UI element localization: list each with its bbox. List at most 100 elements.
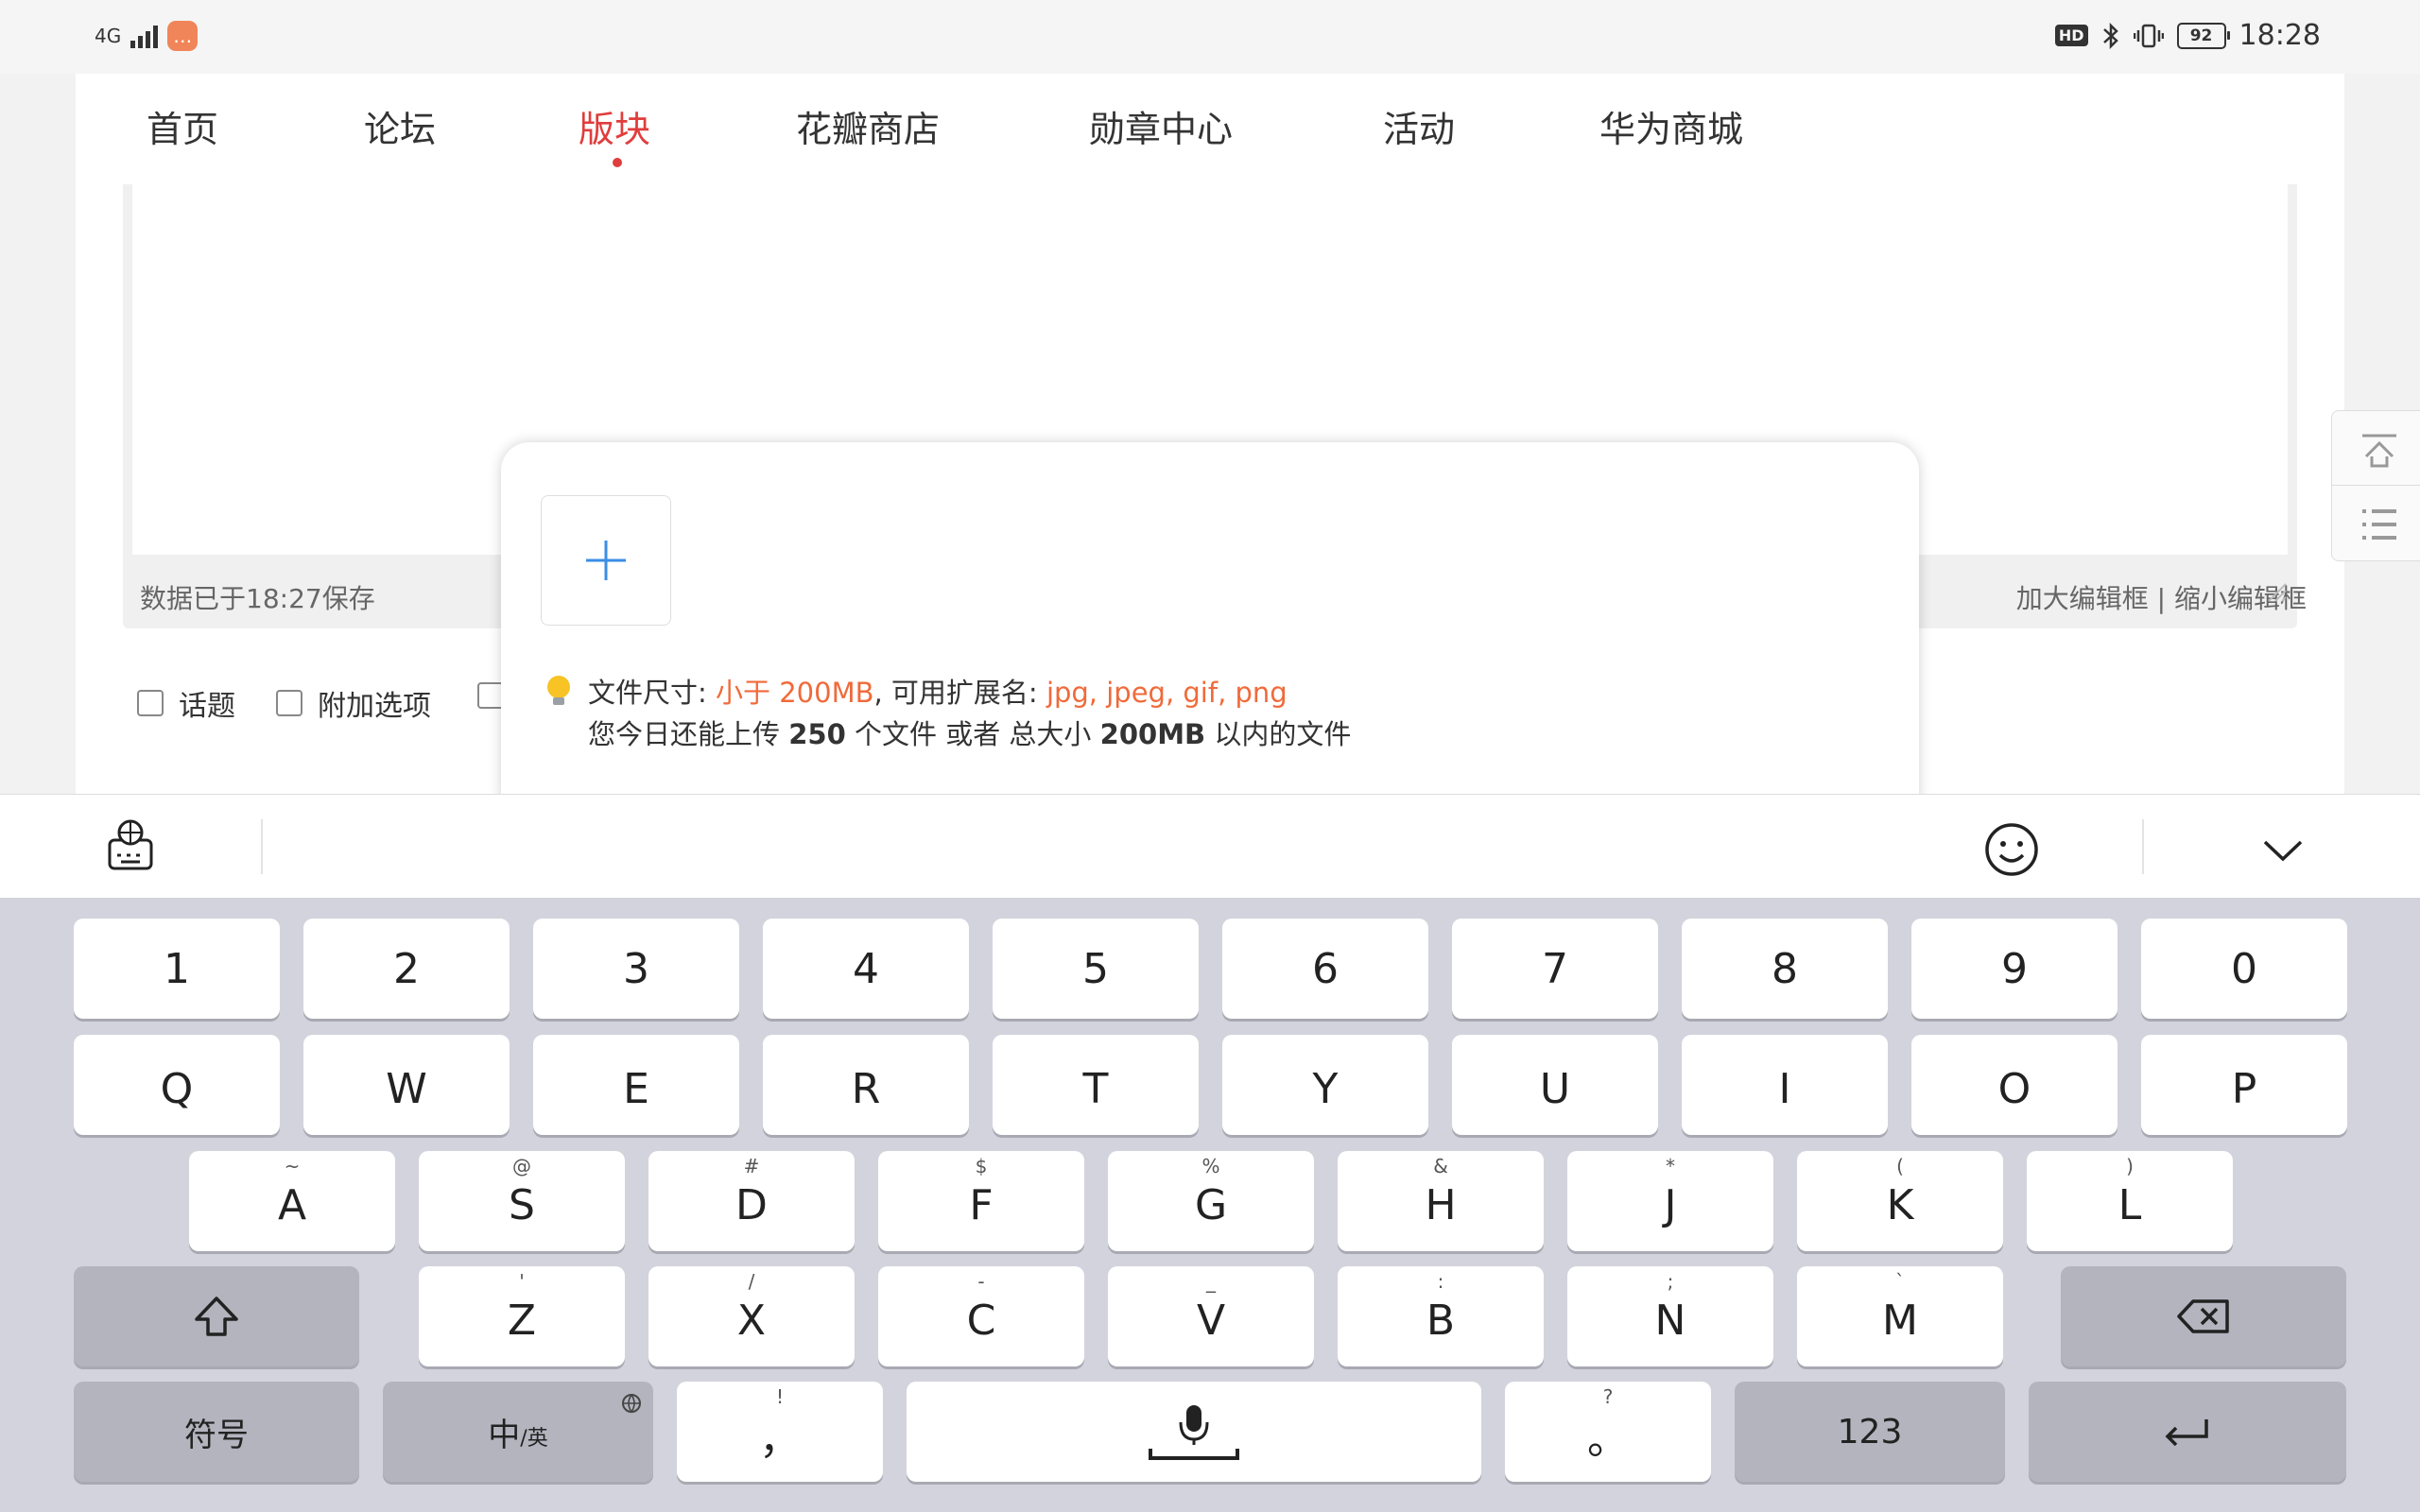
key-c[interactable]: -C — [878, 1266, 1084, 1366]
battery-level: 92 — [2189, 26, 2213, 45]
key-s[interactable]: @ S — [419, 1151, 625, 1251]
space-key[interactable] — [907, 1382, 1481, 1482]
symbols-key[interactable]: 符号 — [74, 1382, 359, 1482]
comma-key[interactable]: !， — [677, 1382, 883, 1482]
option-third[interactable] — [477, 682, 504, 709]
key-z[interactable]: ' Z — [419, 1266, 625, 1366]
ext-value: jpg, jpeg, gif, png — [1046, 677, 1288, 709]
key-r[interactable]: R — [763, 1035, 969, 1135]
key-label: 中 — [488, 1416, 521, 1454]
key-q[interactable]: Q — [74, 1035, 280, 1135]
resize-separator: | — [2156, 583, 2167, 614]
key-f[interactable]: $ F — [878, 1151, 1084, 1251]
key-l[interactable]: ) L — [2027, 1151, 2233, 1251]
hd-icon: HD — [2054, 25, 2088, 46]
key-e[interactable]: E — [533, 1035, 739, 1135]
key-6[interactable]: 6 — [1222, 919, 1428, 1019]
nav-item-medal-center[interactable]: 勋章中心 — [1089, 100, 1233, 152]
key-sub-label: % — [1201, 1155, 1220, 1177]
key-sub-label: /英 — [520, 1427, 548, 1451]
key-sub-label: $ — [975, 1155, 988, 1177]
key-h[interactable]: & H — [1338, 1151, 1544, 1251]
key-3[interactable]: 3 — [533, 919, 739, 1019]
key-1[interactable]: 1 — [74, 919, 280, 1019]
keyboard-settings-icon[interactable] — [106, 817, 155, 872]
key-sub-label: ( — [1896, 1155, 1904, 1177]
key-8[interactable]: 8 — [1682, 919, 1888, 1019]
key-label: 4 — [853, 944, 879, 993]
soft-keyboard: 1 2 3 4 5 6 7 8 9 0 Q W E R T Y U I O P … — [0, 898, 2420, 1512]
key-b[interactable]: :B — [1338, 1266, 1544, 1366]
key-k[interactable]: (K — [1797, 1151, 2003, 1251]
nav-item-forum[interactable]: 论坛 — [364, 100, 436, 152]
chevron-down-icon[interactable] — [2261, 836, 2305, 865]
key-o[interactable]: O — [1911, 1035, 2118, 1135]
key-label: T — [1082, 1064, 1109, 1113]
network-type: 4G — [95, 25, 122, 47]
resize-handle-icon[interactable] — [2267, 582, 2288, 603]
language-switch-key[interactable]: 中/英 — [383, 1382, 653, 1482]
enlarge-editor-link[interactable]: 加大编辑框 — [2016, 583, 2149, 614]
key-label: 6 — [1312, 944, 1339, 993]
key-0[interactable]: 0 — [2141, 919, 2347, 1019]
option-extra[interactable]: 附加选项 — [276, 682, 431, 724]
key-sub-label: _ — [1206, 1270, 1216, 1293]
nav-item-theme-store[interactable]: 花瓣商店 — [796, 100, 940, 152]
backspace-key[interactable] — [2061, 1266, 2346, 1366]
key-4[interactable]: 4 — [763, 919, 969, 1019]
key-i[interactable]: I — [1682, 1035, 1888, 1135]
key-w[interactable]: W — [303, 1035, 510, 1135]
key-y[interactable]: Y — [1222, 1035, 1428, 1135]
enter-key[interactable] — [2029, 1382, 2346, 1482]
key-t[interactable]: T — [993, 1035, 1199, 1135]
emoji-icon[interactable] — [1983, 821, 2040, 878]
keyboard-toolbar — [0, 794, 2420, 899]
option-extra-label: 附加选项 — [318, 690, 431, 723]
key-label: A — [277, 1180, 307, 1229]
key-j[interactable]: * J — [1567, 1151, 1773, 1251]
key-2[interactable]: 2 — [303, 919, 510, 1019]
numeric-mode-key[interactable]: 123 — [1735, 1382, 2005, 1482]
key-label: D — [735, 1180, 768, 1229]
add-file-button[interactable] — [541, 495, 671, 626]
key-g[interactable]: % G — [1108, 1151, 1314, 1251]
key-n[interactable]: ; N — [1567, 1266, 1773, 1366]
extra-options-checkbox[interactable] — [276, 690, 302, 716]
key-u[interactable]: U — [1452, 1035, 1658, 1135]
active-indicator-dot — [613, 158, 622, 167]
key-m[interactable]: ` M — [1797, 1266, 2003, 1366]
key-9[interactable]: 9 — [1911, 919, 2118, 1019]
key-label: X — [736, 1296, 767, 1345]
backspace-icon — [2177, 1299, 2229, 1333]
back-to-top-icon[interactable] — [2359, 432, 2400, 470]
plus-icon — [586, 541, 626, 580]
third-option-checkbox[interactable] — [477, 682, 504, 709]
topic-checkbox[interactable] — [137, 690, 164, 716]
key-a[interactable]: ~ A — [189, 1151, 395, 1251]
key-7[interactable]: 7 — [1452, 919, 1658, 1019]
key-x[interactable]: / X — [648, 1266, 855, 1366]
key-d[interactable]: # D — [648, 1151, 855, 1251]
option-topic[interactable]: 话题 — [137, 682, 235, 724]
side-toolbar — [2331, 410, 2420, 561]
key-label: P — [2231, 1064, 2257, 1113]
key-label: W — [386, 1064, 427, 1113]
side-divider — [2332, 485, 2420, 486]
key-v[interactable]: _ V — [1108, 1266, 1314, 1366]
nav-item-home[interactable]: 首页 — [147, 100, 218, 152]
key-p[interactable]: P — [2141, 1035, 2347, 1135]
key-5[interactable]: 5 — [993, 919, 1199, 1019]
nav-item-sections[interactable]: 版块 — [579, 100, 650, 152]
nav-item-activities[interactable]: 活动 — [1383, 100, 1455, 152]
key-sub-label: * — [1666, 1155, 1675, 1177]
shift-key[interactable] — [74, 1266, 359, 1366]
key-label: 123 — [1837, 1412, 1903, 1452]
option-topic-label: 话题 — [179, 690, 235, 723]
key-label: L — [2118, 1180, 2142, 1229]
key-label: F — [969, 1180, 994, 1229]
battery-icon: 92 — [2176, 22, 2230, 49]
nav-item-huawei-mall[interactable]: 华为商城 — [1599, 100, 1743, 152]
enter-icon — [2165, 1419, 2208, 1446]
period-key[interactable]: ?。 — [1505, 1382, 1711, 1482]
list-icon[interactable] — [2359, 506, 2400, 543]
